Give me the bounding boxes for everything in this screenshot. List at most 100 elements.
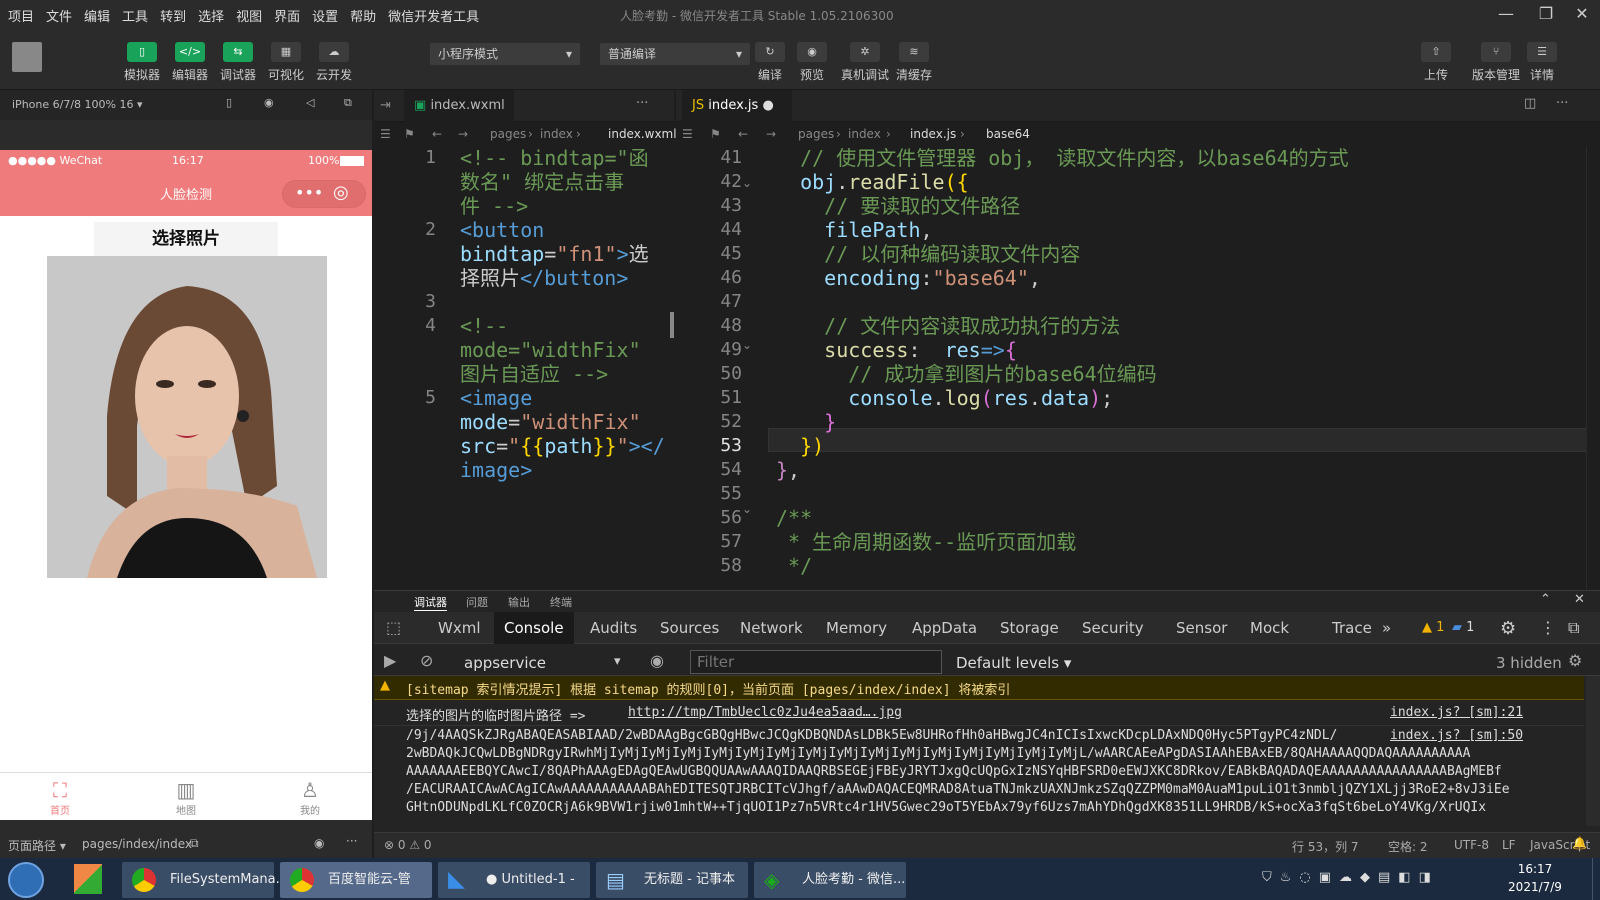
tab-wxml[interactable]: Wxml [428,612,491,644]
menu-item-file[interactable]: 文件 [46,6,72,25]
tab-appdata[interactable]: AppData [902,612,987,644]
tab-sources[interactable]: Sources [650,612,729,644]
taskbar-item-chrome-1[interactable]: FileSystemMana... [122,862,288,898]
tab-index-wxml[interactable]: ▣ index.wxml ✕ [404,90,514,145]
inspect-icon[interactable]: ⬚ [386,618,401,637]
caret-down-icon[interactable]: ▾ [614,654,621,669]
tab-storage[interactable]: Storage [990,612,1069,644]
split-editor-icon[interactable]: ◫ [1524,96,1536,111]
tab-console[interactable]: Console [494,612,574,644]
fold-chevron-icon[interactable]: ⌄ [742,176,752,190]
window-icon[interactable]: ⧉ [344,96,352,110]
show-desktop-button[interactable] [1592,858,1600,900]
copy-icon[interactable]: ⧉ [190,836,199,851]
page-path-select[interactable]: 页面路径 ▾ [8,837,66,854]
fold-chevron-icon[interactable]: ⌄ [742,502,752,516]
forward-icon[interactable]: → [458,122,468,146]
menu-item-goto[interactable]: 转到 [160,6,186,25]
simulator-button[interactable]: ▯ 模拟器 [120,42,164,83]
more-icon[interactable]: ··· [1556,96,1568,111]
info-counter[interactable]: ▰ 1 [1452,620,1474,635]
list-icon[interactable]: ☰ [380,122,391,146]
compile-button[interactable]: ↻ 编译 [748,42,792,83]
tab-mine[interactable]: ♙ 我的 [280,778,340,817]
back-icon[interactable]: ← [432,122,442,146]
tab-memory[interactable]: Memory [816,612,897,644]
record-icon[interactable]: ◉ [264,96,274,109]
device-select[interactable]: iPhone 6/7/8 100% 16 ▾ [12,98,143,111]
menu-item-select[interactable]: 选择 [198,6,224,25]
bookmark-icon[interactable]: ⚑ [710,122,721,146]
chevron-up-icon[interactable]: ⌃ [1540,592,1551,607]
dock-icon[interactable]: ⧉ [1568,618,1579,638]
taskbar-item-wechat-devtools[interactable]: ◈ 人脸考勤 - 微信... [754,862,906,898]
clear-console-icon[interactable]: ⊘ [420,651,433,670]
more-icon[interactable]: ••• [295,183,323,202]
tab-audits[interactable]: Audits [580,612,647,644]
devtools-tab-output[interactable]: 输出 [508,594,530,610]
kebab-icon[interactable]: ⋮ [1540,618,1556,637]
avatar[interactable] [12,42,42,72]
sidebar-toggle-icon[interactable]: ▶ [384,651,396,670]
start-button[interactable] [8,862,44,898]
menu-item-project[interactable]: 项目 [8,6,34,25]
taskbar-item-chrome-2[interactable]: 百度智能云-管理... [280,862,432,898]
console-settings-icon[interactable]: ⚙ [1568,651,1582,670]
scrollbar[interactable] [1586,146,1600,590]
tab-map[interactable]: ▥ 地图 [156,778,216,817]
problems-counter[interactable]: ⊗ 0 ⚠ 0 [384,838,432,852]
gear-icon[interactable]: ⚙ [1500,618,1516,639]
collapse-icon[interactable]: ⇥ [380,98,391,113]
tab-network[interactable]: Network [730,612,813,644]
tab-more[interactable]: » [1372,612,1401,644]
back-icon[interactable]: ← [738,122,748,146]
fold-chevron-icon[interactable]: ⌄ [742,338,752,352]
bell-icon[interactable]: 🔔 [1572,836,1587,850]
js-code-area[interactable]: 41 42 43 44 45 46 47 48 49 50 51 52 53 54 55 56 57 58 // … [676,146,1600,590]
phone-icon[interactable]: ▯ [226,96,232,109]
log-levels-select[interactable]: Default levels ▾ [956,654,1071,672]
cloud-dev-button[interactable]: ☁ 云开发 [312,42,356,83]
menu-item-interface[interactable]: 界面 [274,6,300,25]
menu-item-settings[interactable]: 设置 [312,6,338,25]
context-select[interactable]: appservice [464,654,546,672]
console-scrollbar[interactable] [1586,676,1600,826]
wxml-code-area[interactable]: 1 2 3 4 5 <!-- bindtap="函 数名" 绑定点击事 件 -->… [374,146,674,590]
warning-counter[interactable]: ▲ 1 [1422,620,1444,635]
taskbar-clock[interactable]: 16:17 2021/7/9 [1490,860,1580,896]
tab-security[interactable]: Security [1072,612,1154,644]
devtools-tab-problems[interactable]: 问题 [466,594,488,610]
eye-icon[interactable]: ◉ [650,651,664,670]
visual-button[interactable]: ▦ 可视化 [264,42,308,83]
taskbar-item-notepad[interactable]: ▤ 无标题 - 记事本 [596,862,748,898]
menu-item-wechat-devtools[interactable]: 微信开发者工具 [388,6,479,25]
maximize-button[interactable]: ❐ [1534,4,1558,26]
close-miniprogram-icon[interactable]: ◎ [333,182,349,203]
debugger-button[interactable]: ⇆ 调试器 [216,42,260,83]
tab-home[interactable]: ⛶ 首页 [30,778,90,817]
choose-photo-button[interactable]: 选择照片 [94,222,278,256]
tab-sensor[interactable]: Sensor [1166,612,1237,644]
bookmark-icon[interactable]: ⚑ [404,122,415,146]
indent-setting[interactable]: 空格: 2 [1388,838,1428,855]
source-link[interactable]: index.js? [sm]:50 [1390,728,1523,743]
eol-setting[interactable]: LF [1502,838,1516,852]
mode-select[interactable]: 小程序模式 ▾ [430,43,580,65]
capsule-menu[interactable]: ••• ◎ [282,180,366,208]
taskbar-item-vscode[interactable]: ◣● Untitled-1 - w... [438,862,590,898]
forward-icon[interactable]: → [766,122,776,146]
cursor-position[interactable]: 行 53，列 7 [1292,838,1359,855]
close-button[interactable]: ✕ [1570,4,1594,26]
menu-item-help[interactable]: 帮助 [350,6,376,25]
tab-index-js[interactable]: JS index.js ● [682,90,792,122]
compile-select[interactable]: 普通编译 ▾ [600,43,750,65]
upload-button[interactable]: ⇧ 上传 [1414,42,1458,83]
tab-mock[interactable]: Mock [1240,612,1299,644]
more-icon[interactable]: ··· [346,834,357,848]
volume-icon[interactable]: ◁ [306,96,314,109]
clear-cache-button[interactable]: ≋ 清缓存 [892,42,936,83]
close-icon[interactable]: ✕ [1574,592,1585,607]
encoding-setting[interactable]: UTF-8 [1454,838,1489,852]
remote-debug-button[interactable]: ✲ 真机调试 [840,42,890,83]
editor-button[interactable]: </> 编辑器 [168,42,212,83]
